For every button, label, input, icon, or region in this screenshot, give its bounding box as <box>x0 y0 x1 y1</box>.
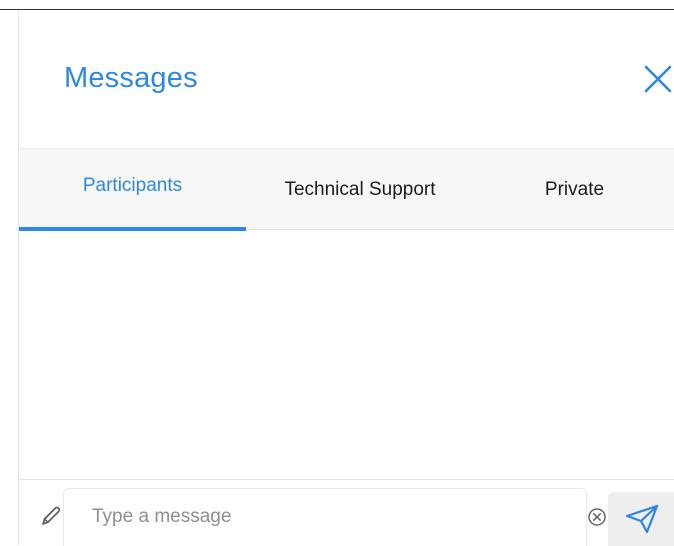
clear-button[interactable] <box>587 507 607 527</box>
tab-label: Participants <box>82 175 183 196</box>
panel-header: Messages <box>19 10 674 148</box>
tab-bar: Participants Technical Support Private <box>19 148 674 232</box>
tab-technical-support[interactable]: Technical Support <box>246 149 474 231</box>
tab-participants[interactable]: Participants <box>19 149 246 232</box>
pencil-icon[interactable] <box>39 504 63 528</box>
send-button[interactable] <box>608 492 674 546</box>
message-composer <box>19 479 674 546</box>
tab-private[interactable]: Private <box>474 149 674 231</box>
close-button[interactable] <box>641 62 674 96</box>
message-list <box>19 231 674 479</box>
clear-circle-icon <box>588 508 606 526</box>
send-icon <box>625 504 658 534</box>
panel-title: Messages <box>64 62 198 94</box>
close-icon <box>644 65 672 93</box>
message-input[interactable] <box>90 499 570 535</box>
message-input-container <box>63 488 587 546</box>
tab-label: Technical Support <box>284 179 436 200</box>
messages-panel: Messages Participants Technical Support … <box>18 10 674 546</box>
tab-label: Private <box>544 179 605 200</box>
